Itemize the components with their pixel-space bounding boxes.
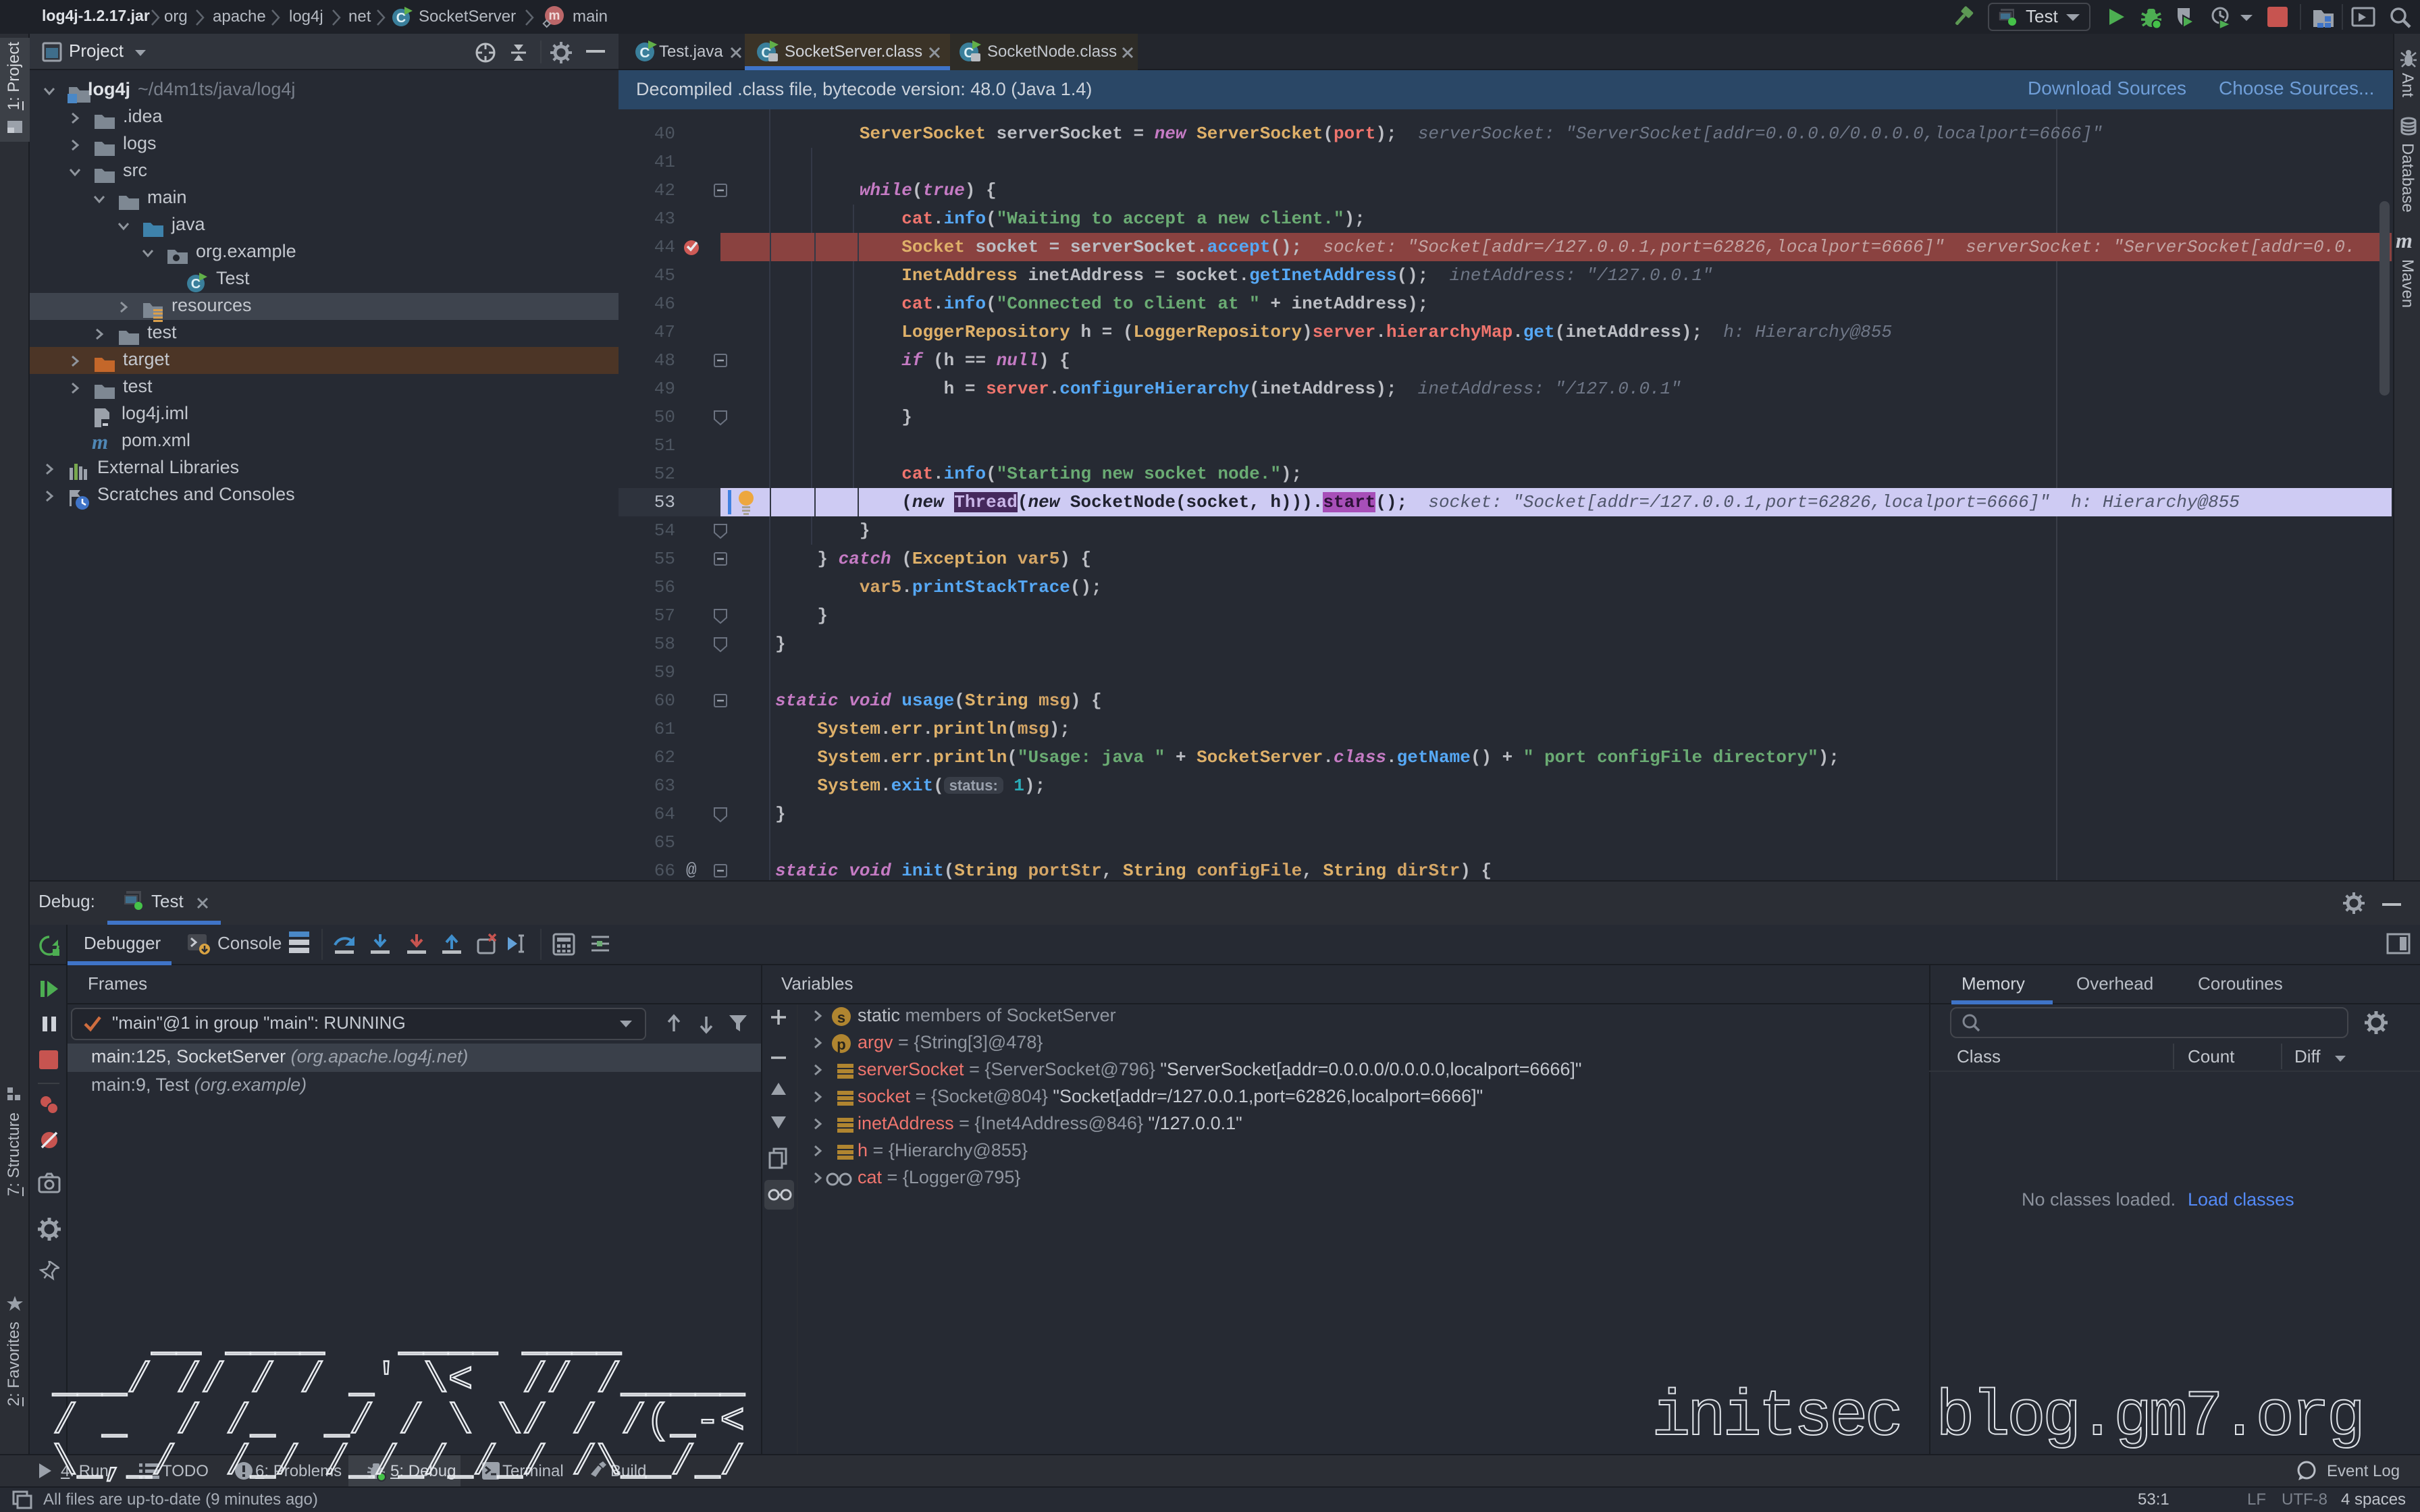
svg-text:m: m [549, 9, 560, 23]
svg-text:p: p [837, 1036, 845, 1053]
svg-text:s: s [837, 1009, 845, 1026]
